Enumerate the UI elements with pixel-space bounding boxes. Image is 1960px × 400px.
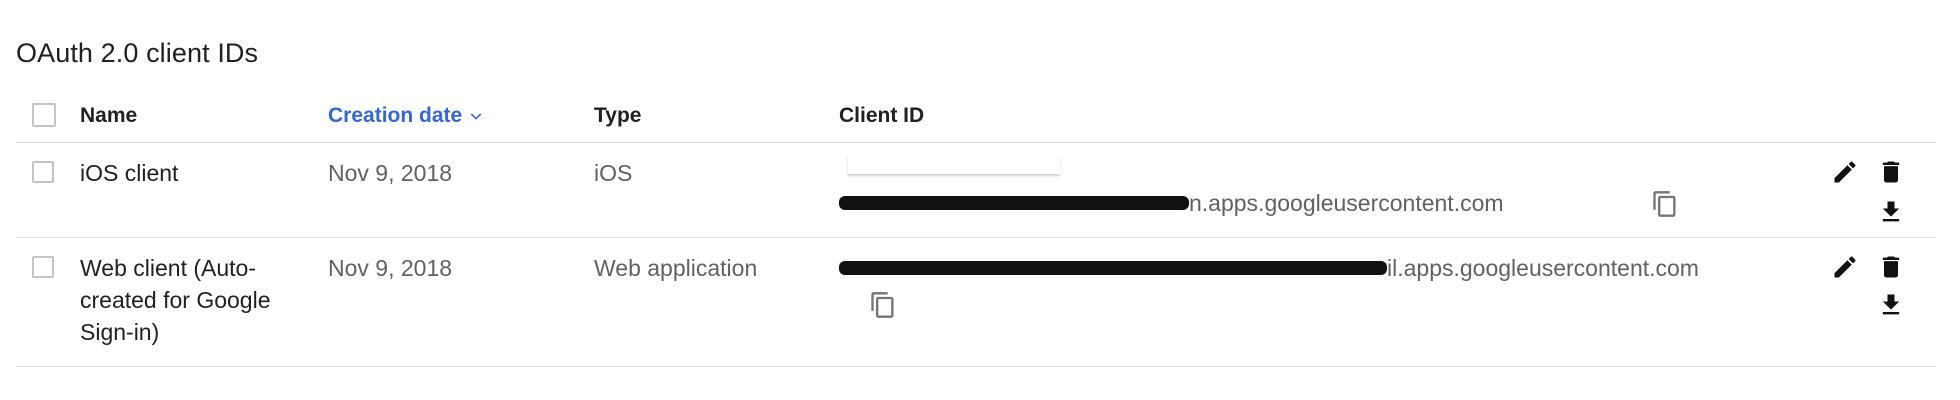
select-all-checkbox[interactable]: [32, 103, 56, 127]
table-row: Web client (Auto-created for Google Sign…: [16, 238, 1936, 367]
client-id-suffix: n.apps.googleusercontent.com: [1189, 190, 1504, 216]
header-type[interactable]: Type: [594, 100, 641, 132]
tooltip-overlay: [848, 154, 1060, 174]
chevron-down-icon: [470, 113, 482, 120]
edit-button[interactable]: [1828, 155, 1862, 189]
edit-pencil-icon: [1834, 161, 1856, 183]
client-id: n.apps.googleusercontent.com: [839, 187, 1504, 219]
row-checkbox[interactable]: [32, 161, 54, 183]
edit-pencil-icon: [1834, 256, 1856, 278]
copy-icon: [1653, 191, 1676, 217]
section-title: OAuth 2.0 client IDs: [16, 38, 259, 68]
client-type: iOS: [594, 160, 633, 186]
client-name[interactable]: iOS client: [80, 157, 280, 189]
client-id-suffix: il.apps.googleusercontent.com: [1387, 255, 1699, 281]
client-date: Nov 9, 2018: [328, 255, 453, 281]
client-date: Nov 9, 2018: [328, 160, 453, 186]
row-checkbox[interactable]: [32, 256, 54, 278]
copy-icon: [871, 292, 894, 318]
download-icon: [1882, 294, 1900, 315]
trash-icon: [1882, 161, 1900, 183]
copy-client-id-button[interactable]: [866, 288, 900, 322]
header-creation-date-label: Creation date: [328, 104, 463, 127]
credentials-page: OAuth 2.0 client IDs Name Creation date …: [0, 0, 1960, 400]
redacted-text: [839, 260, 1387, 275]
client-id: il.apps.googleusercontent.com: [839, 252, 1699, 284]
client-name[interactable]: Web client (Auto-created for Google Sign…: [80, 252, 280, 348]
table-row: iOS client Nov 9, 2018 iOS n.apps.google…: [16, 143, 1936, 238]
download-button[interactable]: [1874, 288, 1908, 322]
download-icon: [1882, 201, 1900, 222]
header-name[interactable]: Name: [80, 100, 280, 132]
edit-button[interactable]: [1828, 250, 1862, 284]
delete-button[interactable]: [1874, 250, 1908, 284]
download-button[interactable]: [1874, 195, 1908, 229]
oauth-clients-table: Name Creation date Type Client ID iOS cl…: [16, 92, 1936, 367]
header-creation-date[interactable]: Creation date: [328, 100, 484, 132]
header-client-id[interactable]: Client ID: [839, 100, 924, 132]
trash-icon: [1882, 256, 1900, 278]
delete-button[interactable]: [1874, 155, 1908, 189]
copy-client-id-button[interactable]: [1648, 187, 1682, 221]
client-type: Web application: [594, 255, 758, 281]
table-header-row: Name Creation date Type Client ID: [16, 92, 1936, 143]
redacted-text: [839, 195, 1189, 210]
